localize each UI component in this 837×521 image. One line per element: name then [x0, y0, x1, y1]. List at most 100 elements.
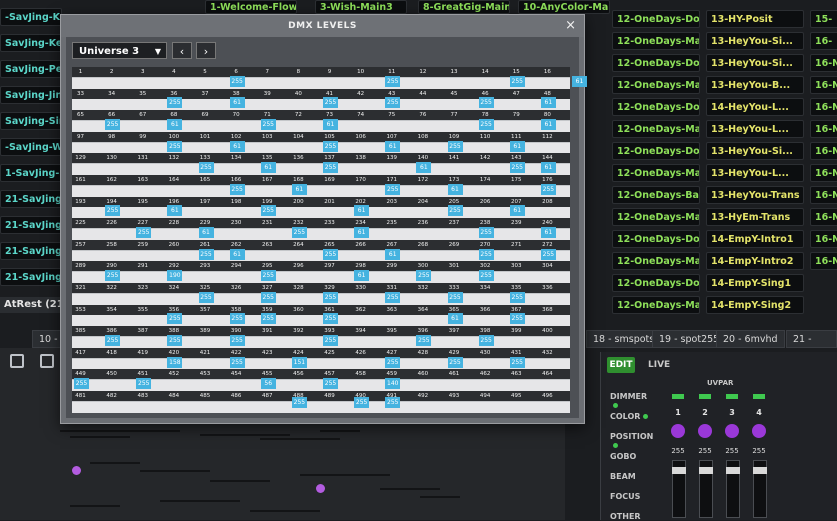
cue-button[interactable]: 14-EmpY-Sing2 [706, 296, 804, 314]
channel-value[interactable]: 255 [509, 313, 525, 325]
channel-value[interactable]: 255 [136, 227, 152, 238]
pen-icon[interactable] [10, 354, 24, 368]
dimmer-fader[interactable] [726, 460, 740, 518]
fixture-color-swatch[interactable] [752, 424, 766, 438]
fixture-number[interactable]: 2 [699, 408, 711, 417]
timeline-block[interactable] [200, 434, 290, 436]
timeline-block[interactable] [60, 430, 180, 432]
timeline-block[interactable] [260, 438, 340, 440]
channel-value[interactable]: 255 [447, 356, 463, 368]
timeline-block[interactable] [380, 488, 440, 490]
channel-value[interactable]: 61 [354, 270, 370, 282]
channel-value[interactable]: 56 [260, 378, 276, 390]
attribute-focus[interactable]: FOCUS [610, 492, 650, 501]
fixture-color-swatch[interactable] [698, 424, 712, 438]
dimmer-fader[interactable] [753, 460, 767, 518]
cue-button[interactable]: 13-HeyYou-Si... [706, 54, 804, 72]
channel-value[interactable]: 255 [385, 75, 401, 87]
timeline-block[interactable] [140, 470, 210, 472]
channel-value[interactable]: 61 [385, 248, 401, 260]
channel-value[interactable]: 61 [354, 205, 370, 217]
cue-button[interactable]: 21-SavJing-Lead3 [0, 216, 62, 234]
cue-button[interactable]: 13-HeyYou-Trans [706, 186, 804, 204]
channel-value[interactable]: 255 [260, 119, 276, 130]
cue-button[interactable]: 12-OneDays-Mai... [612, 208, 700, 226]
channel-value[interactable]: 255 [416, 270, 432, 282]
channel-value[interactable]: 158 [167, 356, 183, 368]
dimmer-fader[interactable] [672, 460, 686, 518]
prev-universe-button[interactable]: ‹ [172, 42, 192, 59]
cue-button[interactable]: 8-GreatGig-Main [418, 0, 510, 14]
cue-button[interactable]: 13-HeyYou-L... [706, 120, 804, 138]
channel-value[interactable]: 255 [323, 162, 338, 174]
channel-value[interactable]: 255 [323, 313, 338, 325]
cue-button[interactable]: 16-Numb [810, 186, 837, 204]
channel-value[interactable]: 255 [478, 119, 494, 130]
channel-value[interactable]: 255 [323, 291, 338, 303]
cue-button[interactable]: 1-SavJing-Lead1 [0, 164, 62, 182]
cue-button[interactable]: 13-HeyYou-Si... [706, 32, 804, 50]
attribute-color[interactable]: COLOR [610, 412, 650, 421]
channel-value[interactable]: 255 [260, 205, 276, 217]
fixture-tab[interactable]: 18 - smspots [586, 330, 662, 348]
channel-value[interactable]: 255 [136, 378, 152, 390]
channel-value[interactable]: 255 [323, 97, 338, 109]
live-button[interactable]: LIVE [648, 357, 670, 373]
next-universe-button[interactable]: › [196, 42, 216, 59]
channel-value[interactable]: 255 [74, 378, 89, 390]
cue-button[interactable]: 16-Numb [810, 208, 837, 226]
channel-value[interactable]: 255 [385, 291, 401, 303]
channel-value[interactable]: 255 [167, 140, 183, 152]
channel-value[interactable]: 61 [572, 75, 587, 87]
attribute-beam[interactable]: BEAM [610, 472, 650, 481]
channel-value[interactable]: 255 [385, 397, 401, 408]
cue-button[interactable]: 12-OneDays-Mai... [612, 296, 700, 314]
cue-button[interactable]: 16-Nu [810, 98, 837, 116]
timeline-block[interactable] [300, 474, 390, 476]
channel-value[interactable]: 61 [229, 97, 245, 109]
channel-value[interactable]: 255 [447, 140, 463, 152]
channel-value[interactable]: 255 [447, 205, 463, 217]
fixture-tab[interactable]: 20 - 6mvhd [716, 330, 785, 348]
dimmer-fader[interactable] [699, 460, 713, 518]
cue-button[interactable]: 16-Nu [810, 54, 837, 72]
cue-button[interactable]: 12-OneDays-Do... [612, 142, 700, 160]
channel-value[interactable]: 61 [167, 205, 183, 217]
cue-button[interactable]: 16-Num [810, 164, 837, 182]
cue-button[interactable]: 12-OneDays-Do... [612, 10, 700, 28]
channel-value[interactable]: 255 [447, 291, 463, 303]
channel-value[interactable]: 190 [167, 270, 183, 282]
channel-value[interactable]: 61 [447, 313, 463, 325]
channel-value[interactable]: 61 [447, 183, 463, 195]
fixture-number[interactable]: 3 [726, 408, 738, 417]
channel-value[interactable]: 255 [198, 291, 214, 303]
channel-value[interactable]: 255 [540, 248, 556, 260]
channel-value[interactable]: 255 [509, 75, 525, 87]
cue-button[interactable]: 14-EmpY-Sing1 [706, 274, 804, 292]
channel-value[interactable]: 255 [385, 183, 401, 195]
fixture-number[interactable]: 1 [672, 408, 684, 417]
channel-value[interactable]: 61 [540, 97, 556, 109]
edit-button[interactable]: EDIT [607, 357, 635, 373]
attribute-dimmer[interactable]: DIMMER [610, 392, 650, 410]
channel-value[interactable]: 255 [509, 291, 525, 303]
cue-button[interactable]: SavJing-Sing1 [0, 112, 62, 130]
channel-value[interactable]: 61 [540, 162, 556, 174]
channel-value[interactable]: 61 [354, 227, 370, 238]
timeline-block[interactable] [420, 496, 460, 498]
timeline-block[interactable] [250, 510, 320, 512]
channel-value[interactable]: 255 [416, 335, 432, 346]
channel-value[interactable]: 255 [229, 335, 245, 346]
channel-value[interactable]: 61 [229, 248, 245, 260]
cue-button[interactable]: 12-OneDays-Mai... [612, 164, 700, 182]
cue-button[interactable]: 14-EmpY-Intro2 [706, 252, 804, 270]
cue-button[interactable]: 21-SavJing-Lead2 [0, 190, 62, 208]
channel-value[interactable]: 255 [385, 97, 401, 109]
cue-button[interactable]: 1-Welcome-Flow... [205, 0, 297, 14]
channel-value[interactable]: 255 [229, 313, 245, 325]
cue-button[interactable]: 12-OneDays-Do... [612, 230, 700, 248]
cue-button[interactable]: 21-SavJing-Endin [0, 268, 62, 286]
channel-value[interactable]: 255 [167, 97, 183, 109]
timeline-block[interactable] [90, 462, 140, 464]
channel-value[interactable]: 255 [260, 313, 276, 325]
